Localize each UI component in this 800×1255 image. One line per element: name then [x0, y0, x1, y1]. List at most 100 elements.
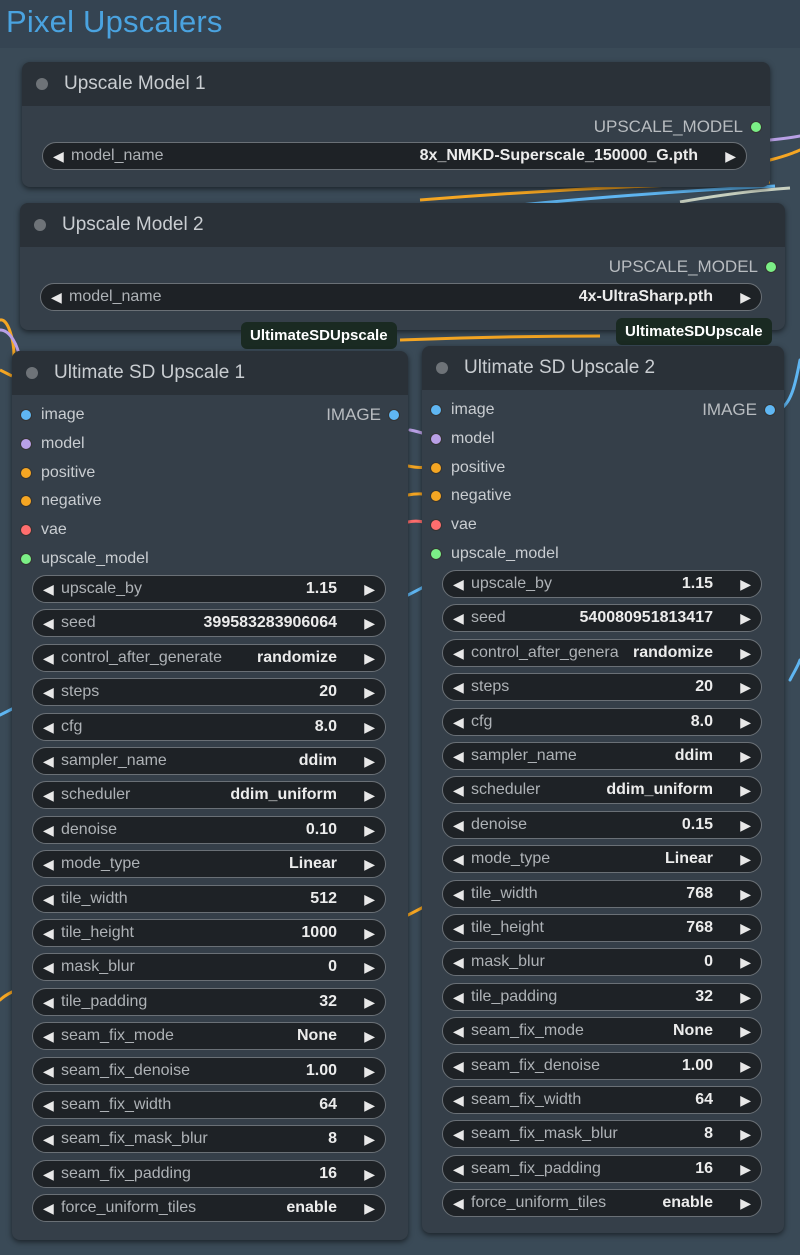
output-upscale-model[interactable]: UPSCALE_MODEL	[594, 117, 762, 137]
input-slot-icon[interactable]	[430, 432, 442, 445]
arrow-left-icon[interactable]: ◀	[51, 289, 62, 306]
arrow-right-icon[interactable]: ▶	[740, 610, 751, 627]
widget-cfg[interactable]: ◀ cfg 8.0 ▶	[442, 707, 762, 736]
widget-tile-width[interactable]: ◀ tile_width 768 ▶	[442, 879, 762, 908]
collapse-dot-icon[interactable]	[436, 362, 448, 374]
input-slot-icon[interactable]	[20, 409, 32, 421]
arrow-right-icon[interactable]: ▶	[725, 148, 736, 165]
arrow-left-icon[interactable]: ◀	[453, 886, 464, 903]
widget-steps[interactable]: ◀ steps 20 ▶	[32, 678, 386, 707]
input-positive[interactable]: positive	[430, 458, 505, 478]
input-model[interactable]: model	[430, 429, 495, 449]
upscale-model-1-node[interactable]: Upscale Model 1 UPSCALE_MODEL ◀ model_na…	[22, 62, 770, 187]
arrow-right-icon[interactable]: ▶	[364, 822, 375, 839]
input-image[interactable]: image	[20, 405, 85, 425]
arrow-left-icon[interactable]: ◀	[43, 684, 54, 701]
widget-tile-padding[interactable]: ◀ tile_padding 32 ▶	[442, 982, 762, 1011]
arrow-right-icon[interactable]: ▶	[740, 886, 751, 903]
arrow-left-icon[interactable]: ◀	[43, 925, 54, 942]
arrow-right-icon[interactable]: ▶	[364, 925, 375, 942]
arrow-right-icon[interactable]: ▶	[364, 650, 375, 667]
widget-seed[interactable]: ◀ seed 399583283906064 ▶	[32, 609, 386, 638]
arrow-left-icon[interactable]: ◀	[453, 645, 464, 662]
model-name-combo[interactable]: ◀ model_name 8x_NMKD-Superscale_150000_G…	[42, 142, 747, 170]
widget-seam-fix-mode[interactable]: ◀ seam_fix_mode None ▶	[32, 1022, 386, 1051]
arrow-left-icon[interactable]: ◀	[43, 994, 54, 1011]
output-slot-icon[interactable]	[764, 404, 776, 416]
arrow-right-icon[interactable]: ▶	[740, 989, 751, 1006]
arrow-left-icon[interactable]: ◀	[53, 148, 64, 165]
upscale-model-2-node[interactable]: Upscale Model 2 UPSCALE_MODEL ◀ model_na…	[20, 203, 785, 330]
input-slot-icon[interactable]	[430, 548, 442, 560]
widget-cfg[interactable]: ◀ cfg 8.0 ▶	[32, 712, 386, 741]
node-header[interactable]: Ultimate SD Upscale 1	[12, 351, 408, 395]
arrow-left-icon[interactable]: ◀	[453, 1195, 464, 1212]
arrow-right-icon[interactable]: ▶	[364, 1131, 375, 1148]
arrow-left-icon[interactable]: ◀	[43, 719, 54, 736]
widget-tile-width[interactable]: ◀ tile_width 512 ▶	[32, 884, 386, 913]
widget-mask-blur[interactable]: ◀ mask_blur 0 ▶	[442, 948, 762, 977]
arrow-right-icon[interactable]: ▶	[364, 1063, 375, 1080]
input-image[interactable]: image	[430, 400, 495, 420]
input-slot-icon[interactable]	[20, 466, 32, 479]
input-vae[interactable]: vae	[430, 515, 477, 535]
arrow-right-icon[interactable]: ▶	[364, 1028, 375, 1045]
arrow-left-icon[interactable]: ◀	[453, 782, 464, 799]
arrow-right-icon[interactable]: ▶	[740, 1195, 751, 1212]
arrow-right-icon[interactable]: ▶	[740, 954, 751, 971]
input-slot-icon[interactable]	[20, 437, 32, 450]
arrow-left-icon[interactable]: ◀	[43, 1166, 54, 1183]
arrow-right-icon[interactable]: ▶	[740, 1092, 751, 1109]
output-image[interactable]: IMAGE	[702, 400, 776, 420]
node-header[interactable]: Upscale Model 1	[22, 62, 770, 106]
arrow-right-icon[interactable]: ▶	[740, 817, 751, 834]
arrow-left-icon[interactable]: ◀	[43, 650, 54, 667]
arrow-left-icon[interactable]: ◀	[43, 1131, 54, 1148]
arrow-left-icon[interactable]: ◀	[43, 1200, 54, 1217]
arrow-left-icon[interactable]: ◀	[453, 1058, 464, 1075]
collapse-dot-icon[interactable]	[26, 367, 38, 379]
arrow-left-icon[interactable]: ◀	[453, 679, 464, 696]
node-header[interactable]: Upscale Model 2	[20, 203, 785, 247]
widget-sampler-name[interactable]: ◀ sampler_name ddim ▶	[32, 747, 386, 775]
arrow-right-icon[interactable]: ▶	[364, 753, 375, 770]
arrow-right-icon[interactable]: ▶	[364, 787, 375, 804]
output-slot-icon[interactable]	[388, 409, 400, 421]
input-slot-icon[interactable]	[20, 495, 32, 508]
input-slot-icon[interactable]	[430, 404, 442, 416]
output-slot-icon[interactable]	[765, 261, 777, 273]
arrow-left-icon[interactable]: ◀	[43, 959, 54, 976]
arrow-right-icon[interactable]: ▶	[740, 1023, 751, 1040]
widget-force-uniform-tiles[interactable]: ◀ force_uniform_tiles enable ▶	[32, 1194, 386, 1223]
widget-seam-fix-denoise[interactable]: ◀ seam_fix_denoise 1.00 ▶	[32, 1056, 386, 1085]
widget-sampler-name[interactable]: ◀ sampler_name ddim ▶	[442, 742, 762, 770]
arrow-right-icon[interactable]: ▶	[740, 714, 751, 731]
arrow-right-icon[interactable]: ▶	[364, 1097, 375, 1114]
collapse-dot-icon[interactable]	[34, 219, 46, 231]
input-upscale-model[interactable]: upscale_model	[430, 544, 559, 564]
arrow-left-icon[interactable]: ◀	[43, 1097, 54, 1114]
arrow-left-icon[interactable]: ◀	[43, 856, 54, 873]
arrow-right-icon[interactable]: ▶	[364, 959, 375, 976]
widget-tile-height[interactable]: ◀ tile_height 768 ▶	[442, 914, 762, 942]
output-slot-icon[interactable]	[750, 121, 762, 133]
arrow-left-icon[interactable]: ◀	[43, 753, 54, 770]
arrow-left-icon[interactable]: ◀	[453, 817, 464, 834]
widget-mode-type[interactable]: ◀ mode_type Linear ▶	[32, 850, 386, 879]
arrow-left-icon[interactable]: ◀	[43, 615, 54, 632]
arrow-left-icon[interactable]: ◀	[453, 610, 464, 627]
ultimate-sd-upscale-1-node[interactable]: Ultimate SD Upscale 1 IMAGE image model posi…	[12, 351, 408, 1240]
arrow-left-icon[interactable]: ◀	[43, 787, 54, 804]
arrow-left-icon[interactable]: ◀	[43, 891, 54, 908]
arrow-right-icon[interactable]: ▶	[740, 1161, 751, 1178]
widget-seam-fix-padding[interactable]: ◀ seam_fix_padding 16 ▶	[442, 1154, 762, 1183]
arrow-left-icon[interactable]: ◀	[453, 748, 464, 765]
input-slot-icon[interactable]	[20, 524, 32, 537]
arrow-left-icon[interactable]: ◀	[43, 581, 54, 598]
node-header[interactable]: Ultimate SD Upscale 2	[422, 346, 784, 390]
widget-force-uniform-tiles[interactable]: ◀ force_uniform_tiles enable ▶	[442, 1189, 762, 1218]
arrow-left-icon[interactable]: ◀	[43, 1063, 54, 1080]
arrow-right-icon[interactable]: ▶	[364, 684, 375, 701]
arrow-left-icon[interactable]: ◀	[453, 954, 464, 971]
arrow-left-icon[interactable]: ◀	[453, 1023, 464, 1040]
